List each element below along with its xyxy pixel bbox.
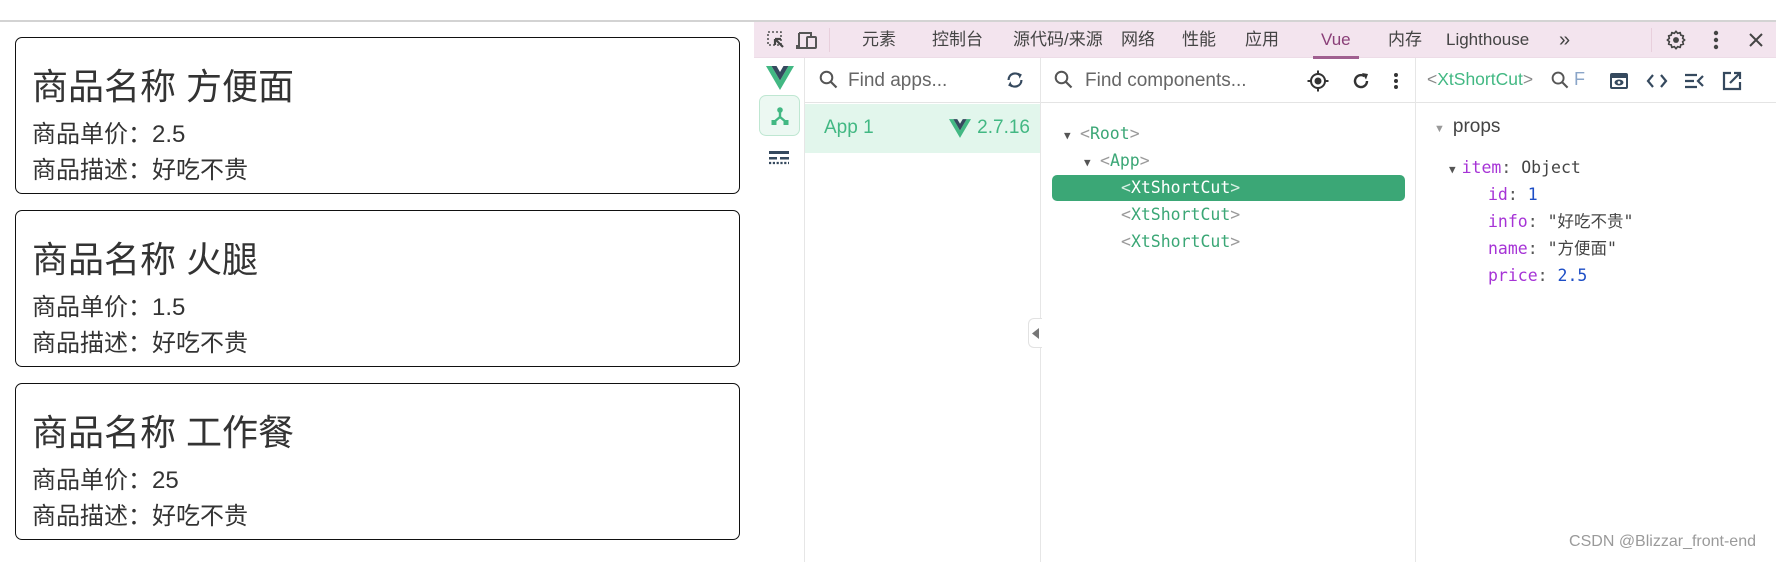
- components-panel: ▼<Root> ▼<App> <XtShortCut> <XtShortCut>…: [1041, 58, 1416, 562]
- tree-node-xtshortcut-selected[interactable]: <XtShortCut>: [1052, 175, 1405, 201]
- select-component-target-icon[interactable]: [1306, 69, 1330, 93]
- product-price: 商品单价：2.5: [32, 121, 186, 148]
- tree-node-xtshortcut[interactable]: <XtShortCut>: [1121, 202, 1240, 228]
- apps-panel: App 1 2.7.16: [805, 58, 1041, 562]
- props-section-header[interactable]: ▼ props: [1434, 116, 1500, 138]
- scroll-to-component-icon[interactable]: [1607, 69, 1631, 93]
- search-icon[interactable]: [1550, 70, 1570, 90]
- inspected-component-name: <XtShortCut>: [1427, 69, 1534, 89]
- timeline-tab-button[interactable]: [768, 148, 790, 170]
- app-list-item[interactable]: App 1 2.7.16: [805, 104, 1040, 153]
- apps-search-row: [805, 58, 1040, 103]
- product-card: 商品名称 工作餐 商品单价：25 商品描述：好吃不贵: [15, 383, 740, 540]
- filter-state-input[interactable]: [1574, 69, 1588, 90]
- prop-item-row[interactable]: ▼ item: Object: [1449, 156, 1581, 180]
- product-description: 商品描述：好吃不贵: [32, 503, 248, 530]
- product-card: 商品名称 方便面 商品单价：2.5 商品描述：好吃不贵: [15, 37, 740, 194]
- vue-devtools-body: App 1 2.7.16: [754, 58, 1776, 562]
- chevron-left-icon: [1032, 327, 1039, 339]
- search-icon: [1054, 70, 1073, 94]
- open-in-editor-icon[interactable]: [1720, 69, 1744, 93]
- prop-field-id[interactable]: id: 1: [1488, 183, 1538, 207]
- tree-node-app[interactable]: ▼ <App>: [1084, 148, 1150, 174]
- components-search-row: [1041, 58, 1415, 103]
- inspector-header: <XtShortCut>: [1416, 58, 1776, 103]
- collapse-caret-icon[interactable]: ▼: [1434, 123, 1445, 135]
- product-price: 商品单价：25: [32, 467, 179, 494]
- expand-caret-icon[interactable]: ▼: [1064, 123, 1080, 149]
- app-name: App 1: [824, 117, 874, 138]
- prop-field-name[interactable]: name: "方便面": [1488, 237, 1617, 261]
- product-price: 商品单价：1.5: [32, 294, 186, 321]
- product-description: 商品描述：好吃不贵: [32, 330, 248, 357]
- component-inspector: <XtShortCut> ▼props ▼item:: [1416, 58, 1776, 562]
- watermark: CSDN @Blizzar_front-end: [1569, 533, 1756, 550]
- more-vertical-icon[interactable]: [1704, 28, 1728, 52]
- product-name: 商品名称 火腿: [32, 239, 259, 280]
- components-tab-button[interactable]: [759, 95, 800, 136]
- toolbar-right-controls: [754, 22, 1776, 58]
- expand-caret-icon[interactable]: ▼: [1084, 150, 1100, 176]
- product-description: 商品描述：好吃不贵: [32, 157, 248, 184]
- vue-version-text: 2.7.16: [977, 117, 1030, 138]
- refresh-icon[interactable]: [1349, 69, 1373, 93]
- expand-caret-icon[interactable]: ▼: [1449, 163, 1456, 176]
- toolbar-separator: [1651, 28, 1652, 52]
- vue-logo-icon: [766, 66, 794, 95]
- vue-logo-icon: [949, 118, 972, 138]
- more-vertical-icon[interactable]: [1384, 69, 1408, 93]
- show-render-code-icon[interactable]: [1645, 69, 1669, 93]
- vue-version: 2.7.16: [949, 117, 1030, 139]
- close-icon[interactable]: [1744, 28, 1768, 52]
- search-icon: [819, 70, 838, 94]
- settings-gear-icon[interactable]: [1664, 28, 1688, 52]
- find-apps-input[interactable]: [848, 68, 988, 94]
- product-name: 商品名称 工作餐: [32, 412, 295, 453]
- tree-node-root[interactable]: ▼ <Root>: [1064, 121, 1140, 147]
- product-name: 商品名称 方便面: [32, 66, 295, 107]
- tree-node-xtshortcut[interactable]: <XtShortCut>: [1121, 229, 1240, 255]
- product-card: 商品名称 火腿 商品单价：1.5 商品描述：好吃不贵: [15, 210, 740, 367]
- prop-field-info[interactable]: info: "好吃不贵": [1488, 210, 1634, 234]
- prop-field-price[interactable]: price: 2.5: [1488, 264, 1587, 288]
- component-tree-icon: [771, 106, 788, 125]
- collapse-panel-button[interactable]: [1028, 318, 1042, 348]
- timeline-icon: [769, 151, 789, 165]
- refresh-apps-icon[interactable]: [1003, 68, 1027, 92]
- inspect-dom-icon[interactable]: [1682, 69, 1706, 93]
- vue-sidebar: [754, 58, 805, 562]
- devtools-overlay: App 1 2.7.16: [754, 22, 1776, 562]
- find-components-input[interactable]: [1085, 68, 1295, 94]
